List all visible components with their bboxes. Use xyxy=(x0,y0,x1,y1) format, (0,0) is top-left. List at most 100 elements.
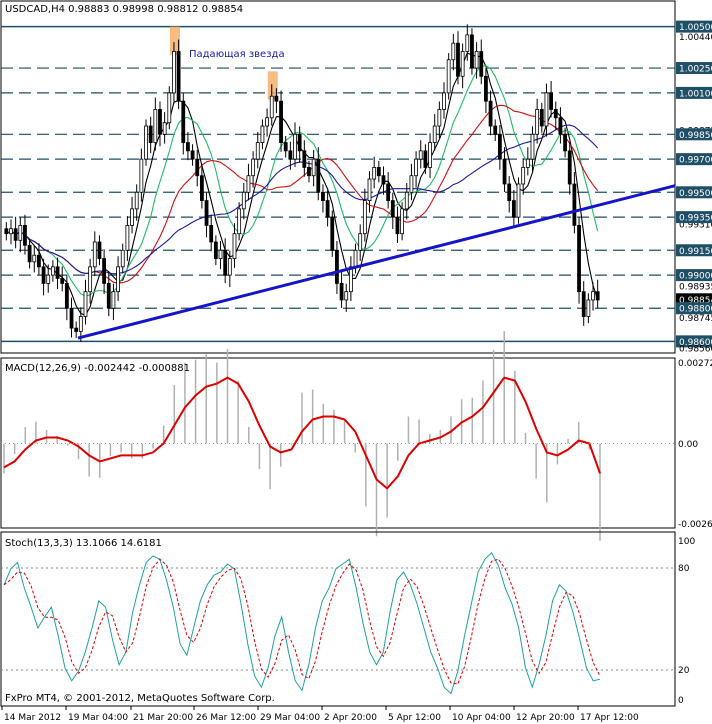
candle-body xyxy=(307,167,311,177)
stoch-title: Stoch(13,3,3) 13.1066 14.6181 xyxy=(5,538,162,549)
candle-body xyxy=(516,183,521,218)
chart-window: USDCAD,H4 0.98883 0.98998 0.98812 0.9885… xyxy=(0,0,712,724)
candle-body xyxy=(451,42,456,61)
candle-body xyxy=(390,200,395,218)
candle-body xyxy=(83,291,88,317)
candle-body xyxy=(572,183,577,226)
candle-body xyxy=(64,282,69,309)
candle-body xyxy=(139,158,144,193)
candle-body xyxy=(27,244,32,263)
price-axis-label: 0.98935 xyxy=(679,282,712,292)
candle-body xyxy=(74,327,79,332)
candle-body xyxy=(223,249,228,276)
price-axis: 1.005001.004401.002501.001000.998750.998… xyxy=(676,20,712,355)
candle-body xyxy=(577,225,581,293)
candle-body xyxy=(311,158,316,177)
candle-body xyxy=(484,75,488,102)
price-axis-label: 0.99350 xyxy=(679,214,712,224)
stoch-axis-label-100: 100 xyxy=(678,537,695,547)
candle-body xyxy=(521,167,526,185)
candle-body xyxy=(125,225,130,251)
candle-body xyxy=(172,51,176,94)
candle-body xyxy=(106,282,111,309)
candle-body xyxy=(116,266,120,293)
candle-body xyxy=(92,241,97,268)
candle-body xyxy=(274,95,279,102)
candle-body xyxy=(530,133,535,160)
candle-body xyxy=(176,51,181,102)
candle-body xyxy=(199,175,204,201)
macd-axis-label-top: 0.002720 xyxy=(678,359,712,369)
candle-body xyxy=(344,291,349,301)
candle-body xyxy=(279,100,283,143)
candle-body xyxy=(442,92,446,110)
candle-body xyxy=(13,228,18,241)
candle-body xyxy=(362,200,367,235)
candle-body xyxy=(167,92,172,124)
price-panel-bg xyxy=(0,0,712,356)
candle-body xyxy=(348,266,353,293)
candle-body xyxy=(339,282,344,301)
price-axis-label: 0.99500 xyxy=(679,189,712,199)
candle-body xyxy=(335,249,339,284)
candle-body xyxy=(507,183,512,201)
candle-body xyxy=(190,150,195,160)
candle-body xyxy=(535,109,540,135)
price-axis-label: 0.99850 xyxy=(679,131,712,141)
candle-body xyxy=(46,274,51,284)
candle-body xyxy=(367,178,372,201)
candle-body xyxy=(213,241,218,259)
price-axis-label: 1.00250 xyxy=(679,65,712,75)
time-axis-label: 29 Mar 04:00 xyxy=(260,713,320,723)
time-axis-label: 26 Mar 12:00 xyxy=(196,713,256,723)
price-axis-label: 0.98745 xyxy=(679,314,712,324)
candle-body xyxy=(460,51,465,77)
candle-body xyxy=(525,158,530,168)
candle-body xyxy=(456,42,460,77)
candle-body xyxy=(148,125,153,143)
candle-body xyxy=(409,175,414,193)
candle-body xyxy=(69,307,74,329)
candle-body xyxy=(358,233,363,251)
candle-body xyxy=(181,100,186,143)
time-axis-label: 2 Apr 20:00 xyxy=(324,713,377,723)
candle-body xyxy=(567,150,572,185)
candle-body xyxy=(400,208,405,235)
candle-body xyxy=(283,142,288,152)
candle-body xyxy=(9,228,13,235)
stoch-axis-label-80: 80 xyxy=(678,564,690,574)
time-axis-label: 14 Mar 2012 xyxy=(4,713,61,723)
candle-body xyxy=(497,133,502,160)
price-axis-label: 1.00500 xyxy=(679,23,712,33)
price-axis-label: 0.99150 xyxy=(679,247,712,257)
candle-body xyxy=(255,142,260,160)
stoch-axis-label-20: 20 xyxy=(678,666,690,676)
candle-body xyxy=(18,225,23,241)
candle-body xyxy=(404,191,409,210)
candle-body xyxy=(493,125,498,135)
candle-body xyxy=(162,122,167,135)
candle-body xyxy=(23,225,27,246)
candle-body xyxy=(102,258,107,284)
candle-body xyxy=(437,109,442,127)
shooting-star-label: Падающая звезда xyxy=(189,49,285,60)
candle-body xyxy=(158,109,162,135)
candle-body xyxy=(41,266,46,284)
candle-body xyxy=(395,216,400,235)
candle-body xyxy=(204,200,209,226)
candle-body xyxy=(32,254,37,263)
price-axis-label: 0.99000 xyxy=(679,272,712,282)
candle-body xyxy=(269,95,274,119)
candle-body xyxy=(186,142,190,152)
candle-body xyxy=(428,142,432,168)
candle-body xyxy=(465,34,470,52)
candle-body xyxy=(50,266,55,276)
candle-body xyxy=(111,291,116,309)
candle-body xyxy=(581,291,586,317)
candle-body xyxy=(558,117,563,135)
candle-body xyxy=(330,216,335,251)
price-axis-label: 0.99700 xyxy=(679,156,712,166)
candle-body xyxy=(260,125,265,143)
candle-body xyxy=(288,150,293,160)
candle-body xyxy=(488,100,493,127)
